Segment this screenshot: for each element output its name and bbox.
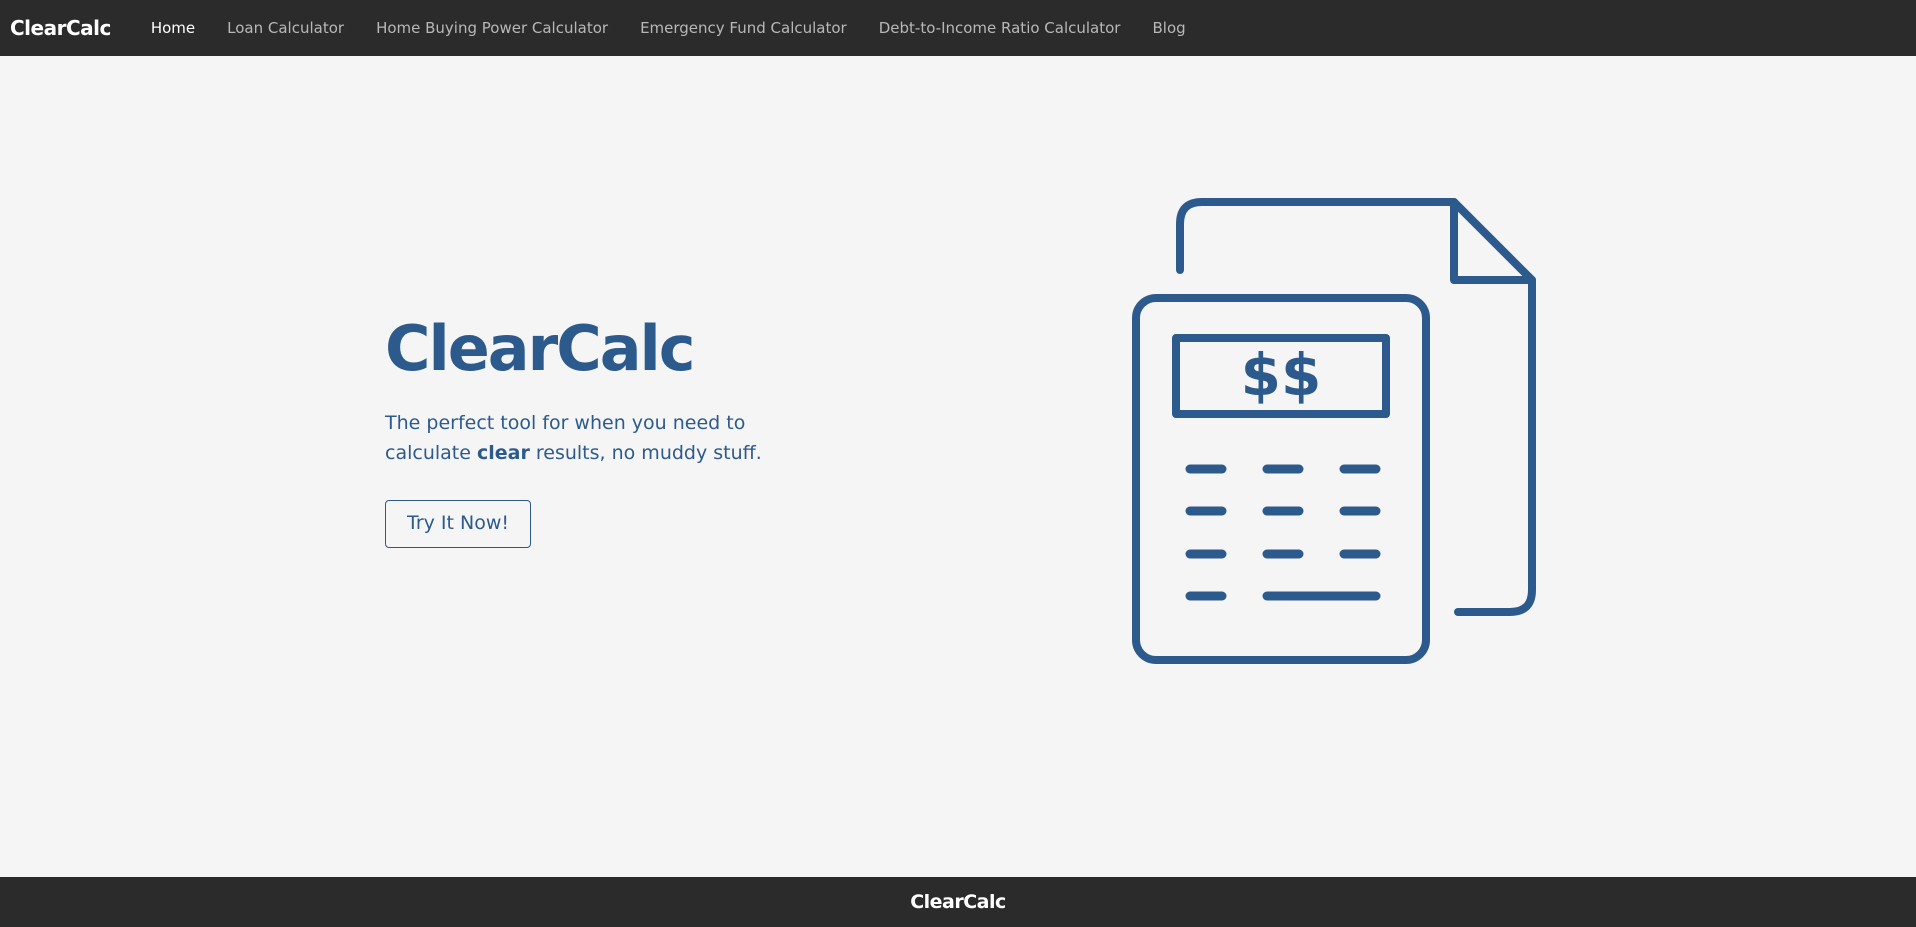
nav-links: Home Loan Calculator Home Buying Power C… [135, 0, 1202, 56]
footer-logo: ClearCalc [910, 891, 1006, 913]
try-it-now-button[interactable]: Try It Now! [385, 500, 531, 548]
nav-logo[interactable]: ClearCalc [10, 18, 111, 38]
nav-item-debt-to-income-ratio-calculator[interactable]: Debt-to-Income Ratio Calculator [863, 0, 1137, 56]
top-navbar: ClearCalc Home Loan Calculator Home Buyi… [0, 0, 1916, 56]
hero-logo: ClearCalc [385, 312, 696, 385]
footer: ClearCalc [0, 877, 1916, 927]
nav-item-home-buying-power-calculator[interactable]: Home Buying Power Calculator [360, 0, 624, 56]
hero-section: ClearCalc The perfect tool for when you … [385, 318, 805, 548]
calculator-display-text: $$ [1241, 341, 1322, 409]
nav-item-loan-calculator[interactable]: Loan Calculator [211, 0, 360, 56]
calculator-document-icon: $$ [1128, 196, 1538, 666]
hero-tagline: The perfect tool for when you need to ca… [385, 408, 805, 468]
tagline-bold-word: clear [476, 442, 530, 464]
nav-item-emergency-fund-calculator[interactable]: Emergency Fund Calculator [624, 0, 863, 56]
nav-item-home[interactable]: Home [135, 0, 211, 56]
tagline-text-end: results, no muddy stuff. [529, 442, 762, 464]
nav-item-blog[interactable]: Blog [1136, 0, 1201, 56]
